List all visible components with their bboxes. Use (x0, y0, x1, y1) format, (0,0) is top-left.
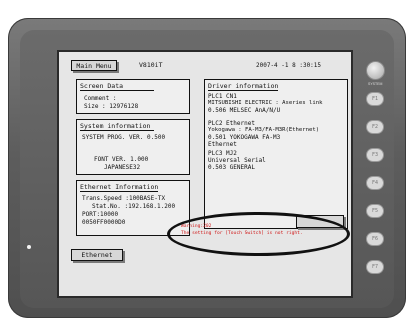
plc3-maker: Universal Serial (208, 157, 266, 164)
screen-data-title: Screen Data (80, 82, 124, 90)
plc2-interface: Ethernet (208, 141, 237, 148)
system-info-title: System information (80, 122, 151, 130)
function-key-f2[interactable]: F2 (366, 120, 384, 134)
plc3-label: PLC3 MJ2 (208, 150, 237, 157)
font-name: JAPANESE32 (104, 164, 141, 171)
lcd-screen: Main Menu V810iT 2007-4 -1 8 :30:15 Scre… (57, 50, 353, 298)
plc1-version: 0.506 MELSEC AnA/N/U (208, 107, 281, 114)
title-underline (80, 191, 158, 192)
font-version: FONT VER. 1.000 (94, 156, 149, 163)
plc1-maker: MITSUBISHI ELECTRIC : Aseries link (208, 100, 323, 106)
power-led (27, 245, 31, 249)
driver-info-panel: Driver information PLC1 CN1 MITSUBISHI E… (204, 79, 348, 229)
function-key-f3[interactable]: F3 (366, 148, 384, 162)
port-number: PORT:10000 (82, 211, 119, 218)
main-menu-button[interactable]: Main Menu (71, 60, 117, 71)
size-line: Size : 12976128 (84, 103, 139, 110)
ethernet-info-title: Ethernet Information (80, 183, 159, 191)
model-name: V810iT (139, 61, 163, 69)
station-number: Stat.No. :192.168.1.200 (92, 203, 176, 210)
screen-data-panel: Screen Data Comment : Size : 12976128 (76, 79, 190, 114)
plc1-label: PLC1 CN1 (208, 93, 237, 100)
title-underline (80, 90, 154, 91)
plc3-version: 0.503 GENERAL (208, 164, 255, 171)
system-key-label: SYSTEM (368, 82, 383, 86)
comment-line: Comment : (84, 95, 117, 102)
system-prog-version: SYSTEM PROG. VER. 0.500 (82, 134, 166, 141)
datetime-display: 2007-4 -1 8 :30:15 (256, 62, 322, 69)
function-key-f7[interactable]: F7 (366, 260, 384, 274)
title-underline (80, 130, 154, 131)
system-key-icon[interactable] (366, 61, 385, 80)
plc2-label: PLC2 Ethernet (208, 120, 255, 127)
plc2-maker: Yokogawa : FA-M3/FA-M3R(Ethernet) (208, 127, 320, 133)
mac-address: 0050FF0000D0 (82, 219, 126, 226)
function-key-f4[interactable]: F4 (366, 176, 384, 190)
trans-speed: Trans.Speed :100BASE-TX (82, 195, 166, 202)
title-underline (208, 90, 278, 91)
plc2-version: 0.501 YOKOGAWA FA-M3 (208, 134, 281, 141)
warning-highlight-ellipse (167, 212, 350, 256)
function-key-f6[interactable]: F6 (366, 232, 384, 246)
driver-info-title: Driver information (208, 82, 279, 90)
function-key-f5[interactable]: F5 (366, 204, 384, 218)
system-info-panel: System information SYSTEM PROG. VER. 0.5… (76, 119, 190, 175)
function-key-f1[interactable]: F1 (366, 92, 384, 106)
ethernet-button[interactable]: Ethernet (71, 249, 123, 261)
